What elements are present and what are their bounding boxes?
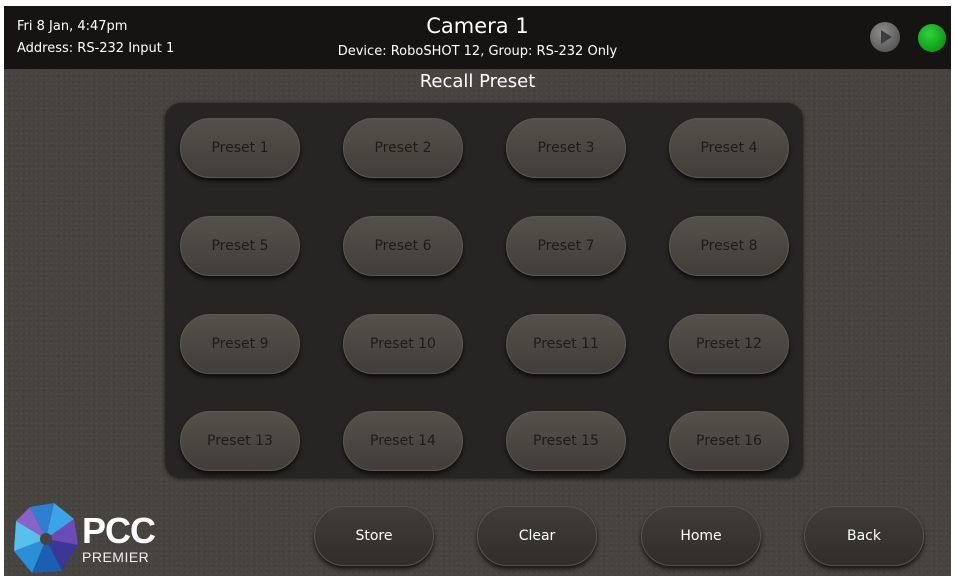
logo-sub-text: PREMIER [82,549,150,565]
preset-button-5[interactable]: Preset 5 [180,216,300,276]
clear-button[interactable]: Clear [477,506,597,566]
preset-button-12[interactable]: Preset 12 [669,314,789,374]
connection-status-icon [918,24,946,52]
preset-button-6[interactable]: Preset 6 [343,216,463,276]
home-button[interactable]: Home [641,506,761,566]
preset-button-4[interactable]: Preset 4 [669,118,789,178]
play-icon [881,30,892,44]
play-status-icon[interactable] [870,22,900,52]
device-info: Device: RoboSHOT 12, Group: RS-232 Only [337,44,618,59]
preset-button-1[interactable]: Preset 1 [180,118,300,178]
touch-panel-screen: Fri 8 Jan, 4:47pm Address: RS-232 Input … [4,6,951,576]
preset-button-10[interactable]: Preset 10 [343,314,463,374]
preset-button-11[interactable]: Preset 11 [506,314,626,374]
preset-button-15[interactable]: Preset 15 [506,411,626,471]
preset-button-3[interactable]: Preset 3 [506,118,626,178]
pcc-premier-logo: PCC PREMIER [10,501,170,576]
preset-button-14[interactable]: Preset 14 [343,411,463,471]
preset-panel: Preset 1 Preset 2 Preset 3 Preset 4 Pres… [165,103,803,478]
back-button[interactable]: Back [804,506,924,566]
logo-mark-icon [14,503,78,573]
preset-button-16[interactable]: Preset 16 [669,411,789,471]
header-bar: Fri 8 Jan, 4:47pm Address: RS-232 Input … [4,6,951,69]
preset-button-9[interactable]: Preset 9 [180,314,300,374]
preset-button-2[interactable]: Preset 2 [343,118,463,178]
header-center: Camera 1 Device: RoboSHOT 12, Group: RS-… [4,12,951,62]
logo-main-text: PCC [82,510,156,551]
camera-title: Camera 1 [426,14,529,38]
preset-button-7[interactable]: Preset 7 [506,216,626,276]
preset-button-8[interactable]: Preset 8 [669,216,789,276]
store-button[interactable]: Store [314,506,434,566]
section-title: Recall Preset [419,71,536,92]
preset-button-13[interactable]: Preset 13 [180,411,300,471]
logo-text: PCC PREMIER [82,510,156,566]
